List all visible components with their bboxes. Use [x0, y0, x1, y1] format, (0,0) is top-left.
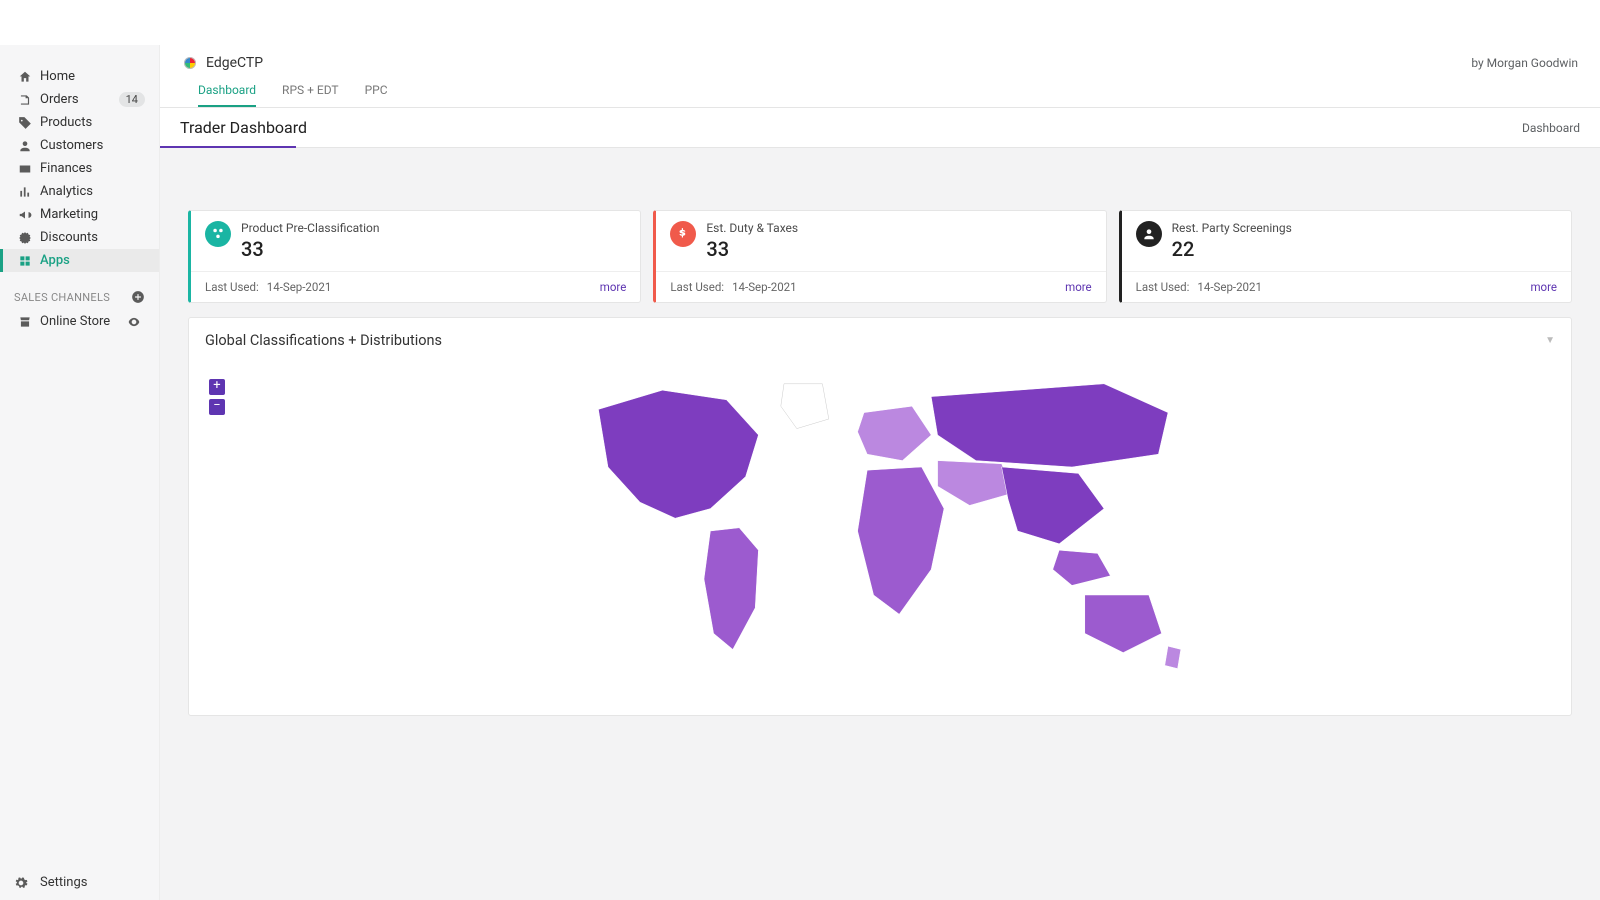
- home-icon: [14, 70, 36, 84]
- card-product-preclassification: Product Pre-Classification 33 Last Used:…: [188, 210, 641, 303]
- sidebar-item-customers[interactable]: Customers: [0, 134, 159, 157]
- panel-global-classifications: Global Classifications + Distributions ▼…: [188, 317, 1572, 716]
- tab-dashboard[interactable]: Dashboard: [198, 83, 256, 107]
- card-title: Rest. Party Screenings: [1172, 221, 1292, 235]
- card-value: 22: [1172, 237, 1292, 261]
- last-used-date: 14-Sep-2021: [732, 280, 797, 294]
- sidebar-item-home[interactable]: Home: [0, 65, 159, 88]
- chevron-down-icon[interactable]: ▼: [1545, 335, 1555, 346]
- zoom-controls: + −: [209, 379, 225, 415]
- app-name: EdgeCTP: [206, 55, 263, 71]
- card-value: 33: [706, 237, 798, 261]
- gear-icon: [14, 876, 36, 890]
- card-title: Product Pre-Classification: [241, 221, 379, 235]
- zoom-in-button[interactable]: +: [209, 379, 225, 395]
- sidebar-item-label: Online Store: [40, 314, 123, 329]
- content-area: Product Pre-Classification 33 Last Used:…: [160, 148, 1600, 900]
- boxes-icon: [205, 221, 231, 247]
- sidebar-item-settings[interactable]: Settings: [0, 869, 159, 900]
- more-link[interactable]: more: [600, 280, 627, 294]
- sidebar-item-products[interactable]: Products: [0, 111, 159, 134]
- breadcrumb: Dashboard: [1522, 121, 1580, 135]
- sidebar-item-label: Apps: [40, 253, 145, 268]
- megaphone-icon: [14, 208, 36, 222]
- person-icon: [1136, 221, 1162, 247]
- sidebar-item-label: Orders: [40, 92, 119, 107]
- tabs: Dashboard RPS + EDT PPC: [182, 83, 1578, 107]
- page-title: Trader Dashboard: [180, 118, 307, 137]
- sidebar-item-label: Home: [40, 69, 145, 84]
- card-rest-party-screenings: Rest. Party Screenings 22 Last Used: 14-…: [1119, 210, 1572, 303]
- last-used-date: 14-Sep-2021: [1197, 280, 1262, 294]
- person-icon: [14, 139, 36, 153]
- more-link[interactable]: more: [1530, 280, 1557, 294]
- dollar-icon: [670, 221, 696, 247]
- tab-ppc[interactable]: PPC: [365, 83, 388, 107]
- sidebar-item-online-store[interactable]: Online Store: [0, 310, 159, 333]
- sidebar-item-label: Discounts: [40, 230, 145, 245]
- wallet-icon: [14, 162, 36, 176]
- last-used-date: 14-Sep-2021: [267, 280, 332, 294]
- more-link[interactable]: more: [1065, 280, 1092, 294]
- sidebar-item-label: Analytics: [40, 184, 145, 199]
- sidebar-item-analytics[interactable]: Analytics: [0, 180, 159, 203]
- sub-header: Trader Dashboard Dashboard: [160, 108, 1600, 148]
- last-used-label: Last Used:: [205, 280, 259, 294]
- sidebar-item-marketing[interactable]: Marketing: [0, 203, 159, 226]
- sidebar-item-apps[interactable]: Apps: [0, 249, 159, 272]
- sidebar-item-label: Settings: [40, 875, 87, 890]
- world-map[interactable]: [560, 371, 1200, 695]
- sidebar-item-label: Customers: [40, 138, 145, 153]
- card-title: Est. Duty & Taxes: [706, 221, 798, 235]
- app-logo-icon: [182, 55, 198, 71]
- sidebar: Home Orders 14 Products Customers Financ…: [0, 45, 160, 900]
- main: EdgeCTP by Morgan Goodwin Dashboard RPS …: [160, 45, 1600, 900]
- section-sales-channels: SALES CHANNELS: [0, 272, 159, 310]
- tab-rps-edt[interactable]: RPS + EDT: [282, 83, 339, 107]
- app-author: by Morgan Goodwin: [1471, 56, 1578, 70]
- stat-cards-row: Product Pre-Classification 33 Last Used:…: [188, 210, 1572, 303]
- tag-icon: [14, 116, 36, 130]
- section-label: SALES CHANNELS: [14, 291, 131, 304]
- orders-badge: 14: [119, 92, 145, 107]
- sidebar-item-label: Marketing: [40, 207, 145, 222]
- sidebar-item-label: Finances: [40, 161, 145, 176]
- sidebar-item-label: Products: [40, 115, 145, 130]
- store-icon: [14, 315, 36, 329]
- card-value: 33: [241, 237, 379, 261]
- last-used-label: Last Used:: [1136, 280, 1190, 294]
- zoom-out-button[interactable]: −: [209, 399, 225, 415]
- bars-icon: [14, 185, 36, 199]
- sidebar-item-discounts[interactable]: Discounts: [0, 226, 159, 249]
- card-est-duty-taxes: Est. Duty & Taxes 33 Last Used: 14-Sep-2…: [653, 210, 1106, 303]
- discount-icon: [14, 231, 36, 245]
- panel-title: Global Classifications + Distributions: [205, 332, 442, 349]
- eye-icon[interactable]: [123, 315, 145, 329]
- apps-icon: [14, 254, 36, 268]
- last-used-label: Last Used:: [670, 280, 724, 294]
- sidebar-item-finances[interactable]: Finances: [0, 157, 159, 180]
- add-channel-icon[interactable]: [131, 290, 145, 304]
- orders-icon: [14, 93, 36, 107]
- sidebar-item-orders[interactable]: Orders 14: [0, 88, 159, 111]
- topbar: EdgeCTP by Morgan Goodwin Dashboard RPS …: [160, 45, 1600, 108]
